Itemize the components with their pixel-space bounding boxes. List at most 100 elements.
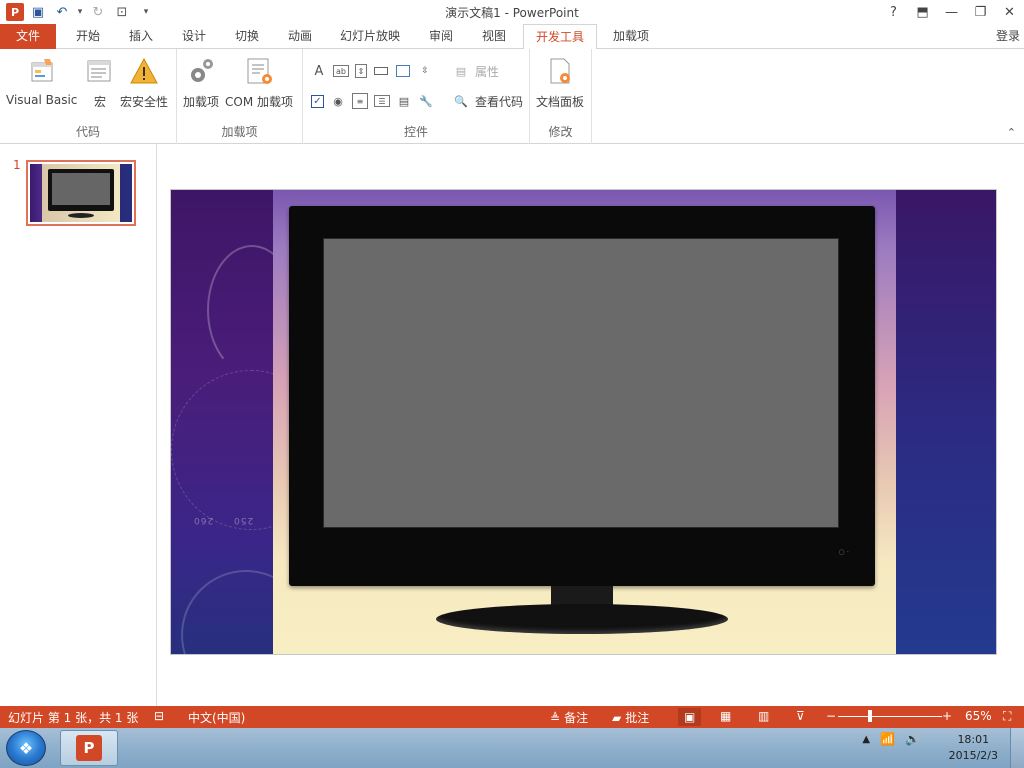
listbox-control-icon[interactable]: ☰ bbox=[374, 95, 390, 107]
zoom-in-button[interactable]: + bbox=[942, 709, 952, 723]
tv-screen bbox=[323, 238, 839, 528]
reading-view-button[interactable]: ▥ bbox=[758, 709, 769, 723]
slide-left-panel: 260 250 bbox=[171, 190, 331, 654]
slide-sorter-view-button[interactable]: ▦ bbox=[720, 709, 731, 723]
controls-row-2: ✓ ◉ ≡ ☰ ▤ 🔧 bbox=[311, 93, 434, 109]
macro-button[interactable]: 宏 bbox=[84, 55, 116, 110]
tab-animations[interactable]: 动画 bbox=[277, 24, 323, 49]
tab-transitions[interactable]: 切换 bbox=[224, 24, 270, 49]
tab-review[interactable]: 审阅 bbox=[418, 24, 464, 49]
zoom-slider-track[interactable] bbox=[838, 716, 942, 717]
slide-1[interactable]: 260 250 ○ · bbox=[170, 189, 997, 655]
group-addins-label: 加载项 bbox=[221, 125, 258, 139]
slide-canvas: 260 250 ○ · bbox=[157, 144, 1024, 706]
com-addins-label: COM 加载项 bbox=[225, 95, 293, 109]
comments-button[interactable]: ▰ 批注 bbox=[612, 709, 649, 726]
thumbnail-tv-image bbox=[48, 169, 114, 211]
tray-expand-icon[interactable]: ▲ bbox=[862, 734, 870, 745]
slide-thumbnail-preview bbox=[30, 164, 132, 222]
visual-basic-icon bbox=[26, 55, 58, 87]
properties-button[interactable]: ▤ 属性 bbox=[453, 63, 499, 80]
zoom-level[interactable]: 65% bbox=[965, 709, 992, 723]
language-status[interactable]: 中文(中国) bbox=[188, 709, 245, 726]
properties-icon: ▤ bbox=[455, 65, 467, 78]
spin-button-control-icon[interactable]: ⇕ bbox=[355, 64, 367, 78]
ribbon-display-options-button[interactable]: ⬒ bbox=[908, 0, 937, 24]
option-button-control-icon[interactable]: ◉ bbox=[330, 93, 346, 109]
show-desktop-button[interactable] bbox=[1010, 728, 1024, 768]
tv-image[interactable]: ○ · bbox=[289, 206, 875, 586]
notes-label: 备注 bbox=[564, 711, 589, 725]
document-panel-button[interactable]: 文档面板 bbox=[536, 55, 584, 110]
start-button[interactable]: ❖ bbox=[6, 730, 46, 766]
tab-slideshow[interactable]: 幻灯片放映 bbox=[332, 24, 408, 49]
collapse-ribbon-icon[interactable]: ⌃ bbox=[1007, 126, 1016, 139]
view-code-icon: 🔍 bbox=[454, 95, 468, 108]
taskbar-clock[interactable]: 18:01 2015/2/3 bbox=[949, 732, 998, 764]
more-controls-icon[interactable]: 🔧 bbox=[418, 93, 434, 109]
system-tray: ▲ 📶 🔊 bbox=[862, 732, 920, 746]
minimize-button[interactable]: — bbox=[937, 0, 966, 24]
slideshow-view-button[interactable]: ⊽ bbox=[796, 709, 805, 723]
restore-button[interactable]: ❐ bbox=[966, 0, 995, 24]
tab-addins[interactable]: 加载项 bbox=[604, 24, 658, 49]
visual-basic-button[interactable]: Visual Basic bbox=[6, 55, 77, 107]
close-button[interactable]: ✕ bbox=[995, 0, 1024, 24]
properties-label: 属性 bbox=[475, 65, 500, 79]
taskbar-powerpoint-button[interactable]: P bbox=[60, 730, 118, 766]
tab-developer[interactable]: 开发工具 bbox=[523, 24, 597, 50]
image-control-icon[interactable] bbox=[395, 63, 411, 79]
document-panel-icon bbox=[544, 55, 576, 87]
network-icon[interactable]: 📶 bbox=[880, 732, 895, 746]
zoom-slider-thumb[interactable] bbox=[868, 710, 872, 722]
tab-view[interactable]: 视图 bbox=[471, 24, 517, 49]
help-button[interactable]: ? bbox=[879, 0, 908, 24]
window-title: 演示文稿1 - PowerPoint bbox=[445, 6, 579, 20]
document-panel-label: 文档面板 bbox=[536, 95, 585, 109]
ribbon: Visual Basic 宏 宏安全性 代码 加载项 COM 加载项 加载项 A… bbox=[0, 49, 1024, 144]
work-area: 1 260 250 ○ · bbox=[0, 144, 1024, 706]
dial-label-250: 250 bbox=[233, 515, 254, 525]
textbox-control-icon[interactable]: ab bbox=[333, 65, 349, 77]
normal-view-button[interactable]: ▣ bbox=[678, 708, 702, 726]
slide-thumbnail[interactable] bbox=[26, 160, 136, 226]
label-control-icon[interactable]: A bbox=[311, 63, 327, 79]
fit-to-window-icon[interactable]: ⛶ bbox=[1003, 709, 1011, 724]
toggle-button-control-icon[interactable]: ≡ bbox=[352, 93, 368, 109]
group-addins: 加载项 COM 加载项 加载项 bbox=[177, 49, 303, 144]
slide-number: 1 bbox=[13, 158, 21, 172]
group-controls-label: 控件 bbox=[403, 125, 428, 139]
controls-row-1: A ab ⇕ ⇳ bbox=[311, 63, 433, 79]
tab-file[interactable]: 文件 bbox=[0, 24, 56, 49]
checkbox-control-icon[interactable]: ✓ bbox=[311, 94, 324, 108]
windows-taskbar: ❖ P ▲ 📶 🔊 18:01 2015/2/3 bbox=[0, 728, 1024, 768]
macro-security-button[interactable]: 宏安全性 bbox=[120, 55, 168, 110]
volume-icon[interactable]: 🔊 bbox=[905, 732, 920, 746]
sign-in-link[interactable]: 登录 bbox=[996, 27, 1020, 44]
macro-label: 宏 bbox=[93, 95, 106, 109]
tab-home[interactable]: 开始 bbox=[64, 24, 112, 49]
tab-insert[interactable]: 插入 bbox=[118, 24, 164, 49]
frame-control-icon[interactable]: ▤ bbox=[396, 93, 412, 109]
zoom-out-button[interactable]: − bbox=[826, 709, 836, 723]
group-modify-label: 修改 bbox=[548, 125, 573, 139]
com-addins-button[interactable]: COM 加载项 bbox=[225, 55, 293, 110]
tv-base bbox=[436, 604, 728, 634]
status-bar: 幻灯片 第 1 张，共 1 张 ⊟ 中文(中国) ≜ 备注 ▰ 批注 ▣ ▦ ▥… bbox=[0, 706, 1024, 728]
addins-button[interactable]: 加载项 bbox=[183, 55, 219, 110]
warning-icon bbox=[128, 55, 160, 87]
slide-thumbnail-pane: 1 bbox=[0, 144, 157, 706]
command-button-control-icon[interactable] bbox=[373, 63, 389, 79]
spellcheck-icon[interactable]: ⊟ bbox=[154, 709, 164, 723]
group-code: Visual Basic 宏 宏安全性 代码 bbox=[0, 49, 177, 144]
notes-icon: ≜ bbox=[550, 710, 561, 725]
group-controls: A ab ⇕ ⇳ ✓ ◉ ≡ ☰ ▤ 🔧 ▤ 属性 🔍 查看代码 控件 bbox=[303, 49, 530, 144]
notes-button[interactable]: ≜ 备注 bbox=[550, 709, 588, 726]
tab-design[interactable]: 设计 bbox=[171, 24, 217, 49]
powerpoint-icon: P bbox=[76, 735, 102, 761]
scrollbar-control-icon[interactable]: ⇳ bbox=[417, 63, 433, 79]
tv-power-indicator: ○ · bbox=[838, 548, 849, 556]
view-code-button[interactable]: 🔍 查看代码 bbox=[453, 93, 523, 110]
addins-label: 加载项 bbox=[183, 95, 220, 109]
visual-basic-label: Visual Basic bbox=[6, 93, 78, 107]
